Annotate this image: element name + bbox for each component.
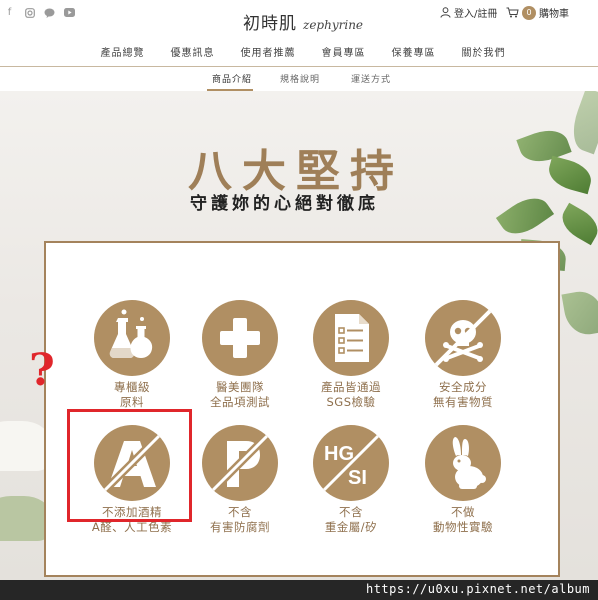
feature-line2: A醛、人工色素	[91, 520, 173, 534]
nav-item-skincare[interactable]: 保養專區	[392, 44, 436, 59]
line-icon[interactable]	[44, 7, 55, 18]
brand-logo[interactable]: 初時肌 zephyrine	[243, 9, 363, 34]
feature-line2: SGS檢驗	[326, 395, 376, 409]
youtube-icon[interactable]	[64, 7, 75, 18]
facebook-icon[interactable]: f	[4, 7, 15, 18]
instagram-icon[interactable]	[24, 7, 35, 18]
hero-subtitle: 守護妳的心絕對徹底	[190, 194, 379, 214]
product-subtabs: 商品介紹 規格說明 運送方式	[0, 67, 598, 91]
feature-no-preservatives: 不含 有害防腐劑	[180, 425, 300, 535]
feature-line2: 有害防腐劑	[210, 520, 270, 534]
nav-item-testimonials[interactable]: 使用者推薦	[241, 44, 296, 59]
watermark-url: https://u0xu.pixnet.net/album	[365, 582, 590, 596]
feature-line1: 安全成分	[439, 380, 487, 394]
cart-link[interactable]: 0 購物車	[506, 5, 569, 20]
main-nav: 產品總覽 優惠訊息 使用者推薦 會員專區 保養專區 關於我們	[0, 44, 598, 59]
plant-leaf-decoration	[556, 202, 598, 246]
feature-line2: 全品項測試	[210, 395, 270, 409]
towel-decoration	[0, 421, 50, 471]
nav-item-offers[interactable]: 優惠訊息	[171, 44, 215, 59]
feature-line2: 動物性實驗	[433, 520, 493, 534]
tab-specs[interactable]: 規格說明	[280, 72, 320, 85]
no-animal-testing-icon	[425, 425, 501, 501]
badge-bottom-text: SI	[348, 467, 367, 489]
cart-icon	[506, 7, 519, 18]
site-header: f 初時肌 zephyrine 登入/註冊 0 購物車 產品總覽 優惠訊息 使用…	[0, 0, 598, 66]
red-highlight-box	[67, 409, 192, 522]
cart-label: 購物車	[539, 9, 569, 20]
social-links: f	[4, 7, 75, 18]
feature-line2: 原料	[120, 395, 144, 409]
user-icon	[440, 7, 451, 18]
feature-line2: 重金屬/矽	[324, 520, 378, 534]
flask-icon	[94, 300, 170, 376]
feature-line1: 不做	[451, 505, 475, 519]
feature-line2: 無有害物質	[433, 395, 493, 409]
nav-item-about[interactable]: 關於我們	[462, 44, 506, 59]
nav-item-products[interactable]: 產品總覽	[101, 44, 145, 59]
no-toxic-icon	[425, 300, 501, 376]
tab-shipping[interactable]: 運送方式	[351, 72, 391, 85]
plant-leaf-decoration	[545, 155, 595, 195]
plant-leaf-decoration	[495, 189, 555, 243]
feature-line1: 不含	[339, 505, 363, 519]
question-mark-annotation: ?	[29, 345, 55, 396]
plant-leaf-decoration	[565, 91, 598, 155]
nav-item-members[interactable]: 會員專區	[322, 44, 366, 59]
account-label: 登入/註冊	[454, 9, 498, 20]
feature-line1: 專櫃級	[114, 380, 150, 394]
badge-top-text: HG	[324, 443, 354, 465]
feature-sgs-certified: 產品皆通過 SGS檢驗	[291, 300, 411, 410]
feature-line1: 產品皆通過	[321, 380, 381, 394]
feature-medical-tested: 醫美團隊 全品項測試	[180, 300, 300, 410]
brand-name-en: zephyrine	[303, 18, 364, 32]
no-paraben-icon	[202, 425, 278, 501]
feature-no-heavy-metals: HG SI 不含 重金屬/矽	[291, 425, 411, 535]
account-link[interactable]: 登入/註冊	[440, 5, 497, 20]
cart-count-badge: 0	[522, 5, 536, 20]
document-check-icon	[313, 300, 389, 376]
feature-line1: 醫美團隊	[216, 380, 264, 394]
feature-safe-ingredients: 安全成分 無有害物質	[403, 300, 523, 410]
no-heavy-metal-icon: HG SI	[313, 425, 389, 501]
feature-no-animal-testing: 不做 動物性實驗	[403, 425, 523, 535]
towel-decoration	[0, 496, 50, 541]
brand-name-cn: 初時肌	[243, 14, 297, 34]
medical-cross-icon	[202, 300, 278, 376]
feature-premium-ingredients: 專櫃級 原料	[72, 300, 192, 410]
feature-line1: 不含	[228, 505, 252, 519]
tab-product-intro[interactable]: 商品介紹	[212, 72, 252, 85]
plant-leaf-decoration	[561, 288, 598, 338]
